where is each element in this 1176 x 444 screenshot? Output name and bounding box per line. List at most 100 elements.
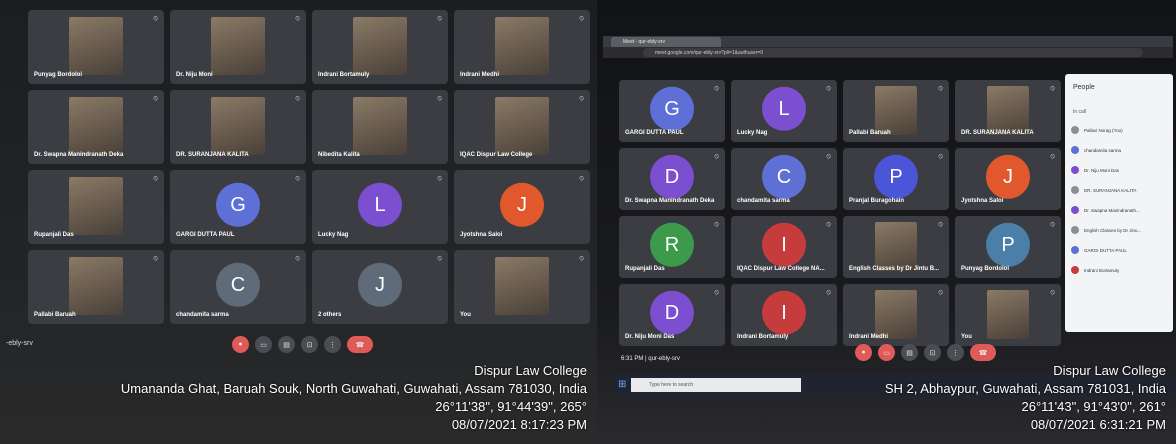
more-options-icon[interactable]: ⋮ — [324, 336, 341, 353]
people-list-item[interactable]: English Classes by Dr Jinu... — [1071, 226, 1141, 234]
participant-name: Punyag Bordoloi — [961, 266, 1009, 272]
person-avatar-icon — [1071, 126, 1079, 134]
right-photo: Meet - qur-ebly-srv meet.google.com/qur-… — [597, 0, 1176, 444]
participant-tile: ⦸ Pallabi Baruah — [28, 250, 164, 324]
participant-name: Dr. Swapna Manindranath Deka — [625, 198, 715, 204]
participant-name: Rupanjali Das — [625, 266, 665, 272]
participant-name: 2 others — [318, 312, 342, 318]
participant-name: Pallabi Baruah — [34, 312, 76, 318]
mic-muted-icon: ⦸ — [295, 95, 300, 102]
people-list-item[interactable]: chandamita sarma — [1071, 146, 1121, 154]
participant-tile: D ⦸ Dr. Niju Moni Das — [619, 284, 725, 346]
participant-avatar: C — [762, 154, 806, 199]
person-avatar-icon — [1071, 246, 1079, 254]
mic-muted-icon: ⦸ — [714, 289, 719, 296]
more-options-icon[interactable]: ⋮ — [947, 344, 964, 361]
left-stamp-line3: 26°11'38", 91°44'39", 265° — [435, 399, 587, 414]
mic-muted-icon: ⦸ — [938, 153, 943, 160]
mic-muted-icon: ⦸ — [579, 95, 584, 102]
mic-muted-icon: ⦸ — [1050, 153, 1055, 160]
participant-name: Dr. Niju Moni Das — [625, 334, 675, 340]
participant-name: Indrani Bortamuly — [318, 72, 370, 78]
people-list-item[interactable]: GARGI DUTTA PAUL — [1071, 246, 1127, 254]
mic-muted-icon: ⦸ — [153, 95, 158, 102]
mic-muted-icon: ⦸ — [714, 153, 719, 160]
person-name: Pallavi Norag (You) — [1084, 127, 1123, 133]
person-avatar-icon — [1071, 166, 1079, 174]
mic-muted-icon: ⦸ — [826, 85, 831, 92]
participant-tile: ⦸ Indrani Medhi — [843, 284, 949, 346]
participant-video — [494, 257, 550, 316]
people-list-item[interactable]: Indrani Bortamuly — [1071, 266, 1119, 274]
people-list-item[interactable]: Dr. Swapna Manindranath... — [1071, 206, 1140, 214]
person-avatar-icon — [1071, 266, 1079, 274]
captions-icon[interactable]: ▤ — [901, 344, 918, 361]
participant-tile: ⦸ Dr. Swapna Manindranath Deka — [28, 90, 164, 164]
person-name: DR. SURANJANA KALITA — [1084, 187, 1137, 193]
mic-muted-icon: ⦸ — [579, 15, 584, 22]
right-stamp-line3: 26°11'43", 91°43'0", 261° — [1021, 399, 1167, 414]
participant-tile: ⦸ Indrani Bortamuly — [312, 10, 448, 84]
mic-muted-icon: ⦸ — [826, 153, 831, 160]
participant-tile: ⦸ Pallabi Baruah — [843, 80, 949, 142]
participant-tile: I ⦸ Indrani Bortamuly — [731, 284, 837, 346]
participant-tile: ⦸ Indrani Medhi — [454, 10, 590, 84]
participant-name: Jyotshna Saloi — [961, 198, 1004, 204]
left-stamp-line1: Dispur Law College — [474, 363, 587, 378]
participant-tile: D ⦸ Dr. Swapna Manindranath Deka — [619, 148, 725, 210]
participant-name: chandamita sarma — [176, 312, 229, 318]
participant-avatar: J — [986, 154, 1030, 199]
participant-avatar: D — [650, 290, 694, 335]
url-field[interactable]: meet.google.com/qur-ebly-srv?pli=1&authu… — [643, 48, 1143, 57]
participant-video — [210, 97, 266, 156]
participant-tile: L ⦸ Lucky Nag — [312, 170, 448, 244]
participant-name: IQAC Dispur Law College — [460, 152, 533, 158]
camera-icon[interactable]: ▭ — [255, 336, 272, 353]
present-icon[interactable]: ⊡ — [924, 344, 941, 361]
mic-muted-icon: ⦸ — [153, 255, 158, 262]
mic-muted-icon: ⦸ — [295, 15, 300, 22]
participant-video — [68, 257, 124, 316]
end-call-icon[interactable]: ☎ — [970, 344, 996, 361]
people-panel: People In call Pallavi Norag (You) chanda… — [1065, 74, 1173, 332]
participant-name: Lucky Nag — [318, 232, 349, 238]
participant-tile: J ⦸ Jyotshna Saloi — [955, 148, 1061, 210]
participant-tile: J ⦸ Jyotshna Saloi — [454, 170, 590, 244]
participant-tile: G ⦸ GARGI DUTTA PAUL — [619, 80, 725, 142]
person-name: English Classes by Dr Jinu... — [1084, 227, 1142, 233]
participant-tile: ⦸ DR. SURANJANA KALITA — [170, 90, 306, 164]
end-call-icon[interactable]: ☎ — [347, 336, 373, 353]
participant-name: GARGI DUTTA PAUL — [625, 130, 684, 136]
mic-off-icon[interactable]: ● — [232, 336, 249, 353]
participant-avatar: G — [650, 86, 694, 131]
participant-name: Indrani Bortamuly — [737, 334, 789, 340]
people-list-item[interactable]: Dr. Niju Moni Das — [1071, 166, 1119, 174]
participant-name: English Classes by Dr Jintu B... — [849, 266, 940, 272]
mic-muted-icon: ⦸ — [153, 15, 158, 22]
participant-name: Dr. Swapna Manindranath Deka — [34, 152, 124, 158]
browser-tab[interactable]: Meet - qur-ebly-srv — [611, 37, 721, 47]
participant-avatar: P — [874, 154, 918, 199]
participant-tile: P ⦸ Pranjal Buragohain — [843, 148, 949, 210]
people-list-item[interactable]: DR. SURANJANA KALITA — [1071, 186, 1136, 194]
mic-muted-icon: ⦸ — [295, 175, 300, 182]
taskbar-search[interactable]: Type here to search — [631, 378, 801, 392]
participant-name: Lucky Nag — [737, 130, 768, 136]
mic-off-icon[interactable]: ● — [855, 344, 872, 361]
participant-tile: R ⦸ Rupanjali Das — [619, 216, 725, 278]
camera-off-icon[interactable]: ▭ — [878, 344, 895, 361]
person-avatar-icon — [1071, 226, 1079, 234]
present-icon[interactable]: ⊡ — [301, 336, 318, 353]
participant-video — [874, 86, 918, 135]
windows-start-icon[interactable]: ⊞ — [618, 379, 626, 390]
participant-tile: I ⦸ IQAC Dispur Law College NA... — [731, 216, 837, 278]
participant-tile: ⦸ You — [454, 250, 590, 324]
participant-avatar: L — [358, 182, 402, 227]
people-list-item[interactable]: Pallavi Norag (You) — [1071, 126, 1123, 134]
captions-icon[interactable]: ▤ — [278, 336, 295, 353]
left-meeting-code: -ebly-srv — [6, 340, 33, 347]
participant-avatar: L — [762, 86, 806, 131]
participant-tile: ⦸ DR. SURANJANA KALITA — [955, 80, 1061, 142]
participant-name: You — [460, 312, 471, 318]
left-photo: ⦸ Punyag Bordoloi ⦸ Dr. Niju Moni ⦸ Indrani B… — [0, 0, 597, 444]
